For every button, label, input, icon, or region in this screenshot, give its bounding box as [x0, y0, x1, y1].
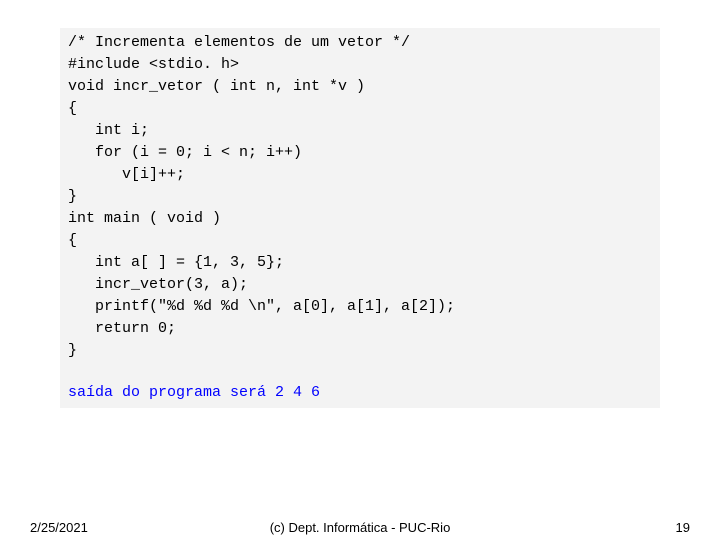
code-line: int main ( void ) [68, 208, 652, 230]
code-block: /* Incrementa elementos de um vetor */ #… [60, 28, 660, 408]
footer-page-number: 19 [676, 520, 690, 535]
output-line: saída do programa será 2 4 6 [68, 382, 652, 404]
code-line: { [68, 230, 652, 252]
code-line: } [68, 340, 652, 362]
code-line: for (i = 0; i < n; i++) [68, 142, 652, 164]
code-line: #include <stdio. h> [68, 54, 652, 76]
footer-copyright: (c) Dept. Informática - PUC-Rio [0, 520, 720, 535]
code-line: v[i]++; [68, 164, 652, 186]
code-line: { [68, 98, 652, 120]
code-line: return 0; [68, 318, 652, 340]
code-line: /* Incrementa elementos de um vetor */ [68, 32, 652, 54]
code-line: void incr_vetor ( int n, int *v ) [68, 76, 652, 98]
code-line: incr_vetor(3, a); [68, 274, 652, 296]
code-line: int i; [68, 120, 652, 142]
code-line: printf("%d %d %d \n", a[0], a[1], a[2]); [68, 296, 652, 318]
code-line: } [68, 186, 652, 208]
code-line: int a[ ] = {1, 3, 5}; [68, 252, 652, 274]
